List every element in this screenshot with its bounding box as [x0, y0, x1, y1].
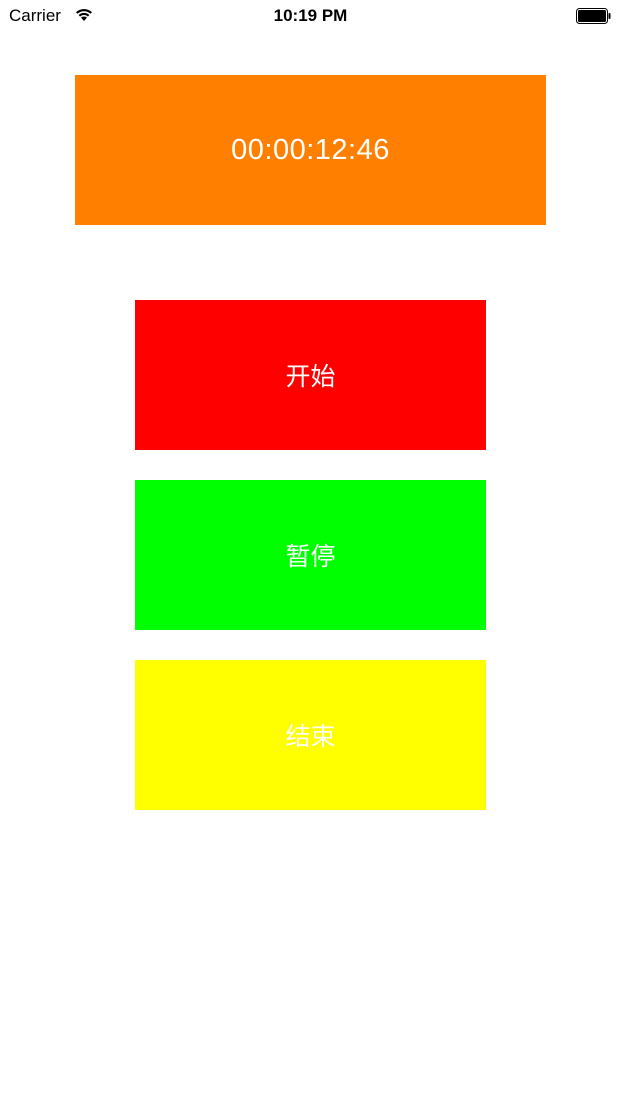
- stop-button[interactable]: 结束: [135, 660, 486, 810]
- status-bar: Carrier 10:19 PM: [0, 0, 621, 32]
- stop-button-label: 结束: [285, 722, 336, 751]
- status-time: 10:19 PM: [273, 6, 348, 25]
- timer-display: 00:00:12:46: [75, 75, 546, 225]
- pause-button[interactable]: 暂停: [135, 480, 486, 630]
- start-button[interactable]: 开始: [135, 300, 486, 450]
- pause-button-label: 暂停: [285, 542, 336, 571]
- start-button-label: 开始: [285, 362, 336, 391]
- battery-icon: [576, 8, 612, 24]
- timer-value: 00:00:12:46: [231, 133, 390, 166]
